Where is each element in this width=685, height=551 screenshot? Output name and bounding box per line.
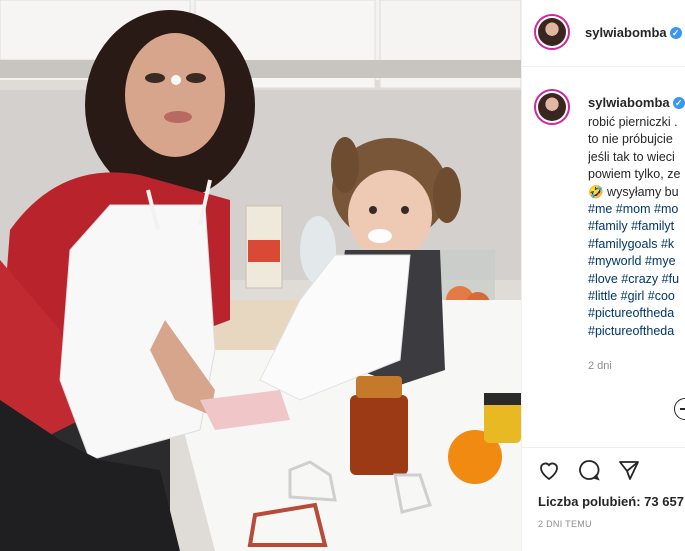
header-username[interactable]: sylwiabomba ✓ — [585, 25, 682, 40]
comment-time[interactable]: 2 dni — [588, 360, 612, 372]
hashtag-line[interactable]: #little #girl #coo — [588, 288, 685, 305]
hashtag-line[interactable]: #myworld #mye — [588, 253, 685, 270]
more-icon[interactable] — [674, 398, 685, 420]
caption-line: 🤣 wysyłamy bu — [588, 184, 679, 199]
post-sidebar: sylwiabomba ✓ sylwiabomba ✓ robić piernicz… — [521, 0, 685, 551]
hashtag-line[interactable]: #family #familyt — [588, 218, 685, 235]
caption-line: to nie próbujcie — [588, 132, 673, 147]
hashtag-line[interactable]: #familygoals #k — [588, 236, 685, 253]
hashtag-line[interactable]: #me #mom #mo — [588, 201, 685, 218]
share-icon[interactable] — [616, 458, 642, 482]
post-photo-image — [0, 0, 521, 551]
caption-text: robić pierniczki . to nie próbujcie jeśli … — [588, 114, 685, 340]
likes-count[interactable]: Liczba polubień: 73 657 — [538, 494, 684, 509]
post-photo[interactable] — [0, 0, 521, 551]
hashtag-line[interactable]: #love #crazy #fu — [588, 271, 685, 288]
hashtag-line[interactable]: #pictureofthedа — [588, 305, 685, 322]
caption-username[interactable]: sylwiabomba ✓ — [588, 95, 685, 110]
caption-avatar[interactable] — [534, 89, 570, 125]
divider — [522, 447, 685, 448]
header-avatar[interactable] — [534, 14, 570, 50]
caption-line: robić pierniczki . — [588, 115, 678, 129]
comment-icon[interactable] — [576, 458, 602, 482]
hashtag-line[interactable]: #pictureofthedа — [588, 323, 685, 340]
heart-icon[interactable] — [536, 458, 562, 482]
post-date[interactable]: 2 DNI TEMU — [538, 519, 592, 529]
caption-line: powiem tylko, ze — [588, 167, 681, 182]
verified-badge-icon: ✓ — [669, 27, 682, 39]
caption-line: jeśli tak to wieci — [588, 149, 675, 164]
verified-badge-icon: ✓ — [672, 97, 685, 109]
post-header: sylwiabomba ✓ — [522, 0, 685, 67]
